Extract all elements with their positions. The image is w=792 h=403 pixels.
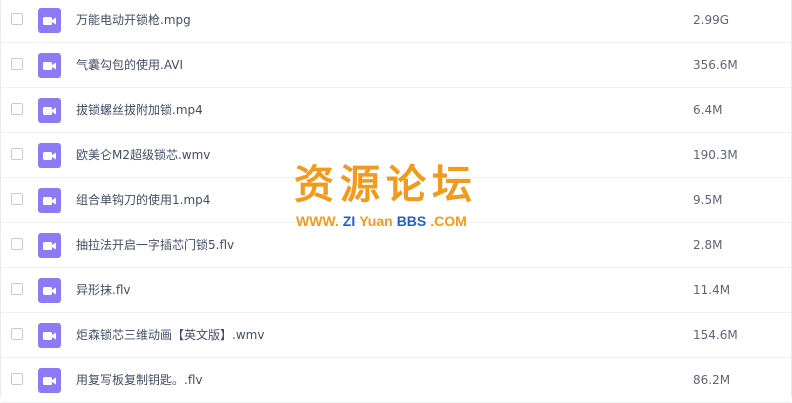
file-name[interactable]: 抽拉法开启一字插芯门锁5.flv — [76, 236, 234, 254]
row-checkbox[interactable] — [11, 13, 23, 25]
file-size: 86.2M — [693, 373, 731, 387]
file-name[interactable]: 炬森锁芯三维动画【英文版】.wmv — [76, 326, 264, 344]
file-size: 154.6M — [693, 328, 738, 342]
row-checkbox[interactable] — [11, 148, 23, 160]
video-file-icon — [38, 53, 61, 78]
file-size: 11.4M — [693, 283, 731, 297]
file-name[interactable]: 拔锁螺丝拔附加锁.mp4 — [76, 101, 203, 119]
file-size: 2.99G — [693, 13, 730, 27]
file-row[interactable]: 炬森锁芯三维动画【英文版】.wmv 154.6M — [1, 313, 791, 358]
file-name[interactable]: 用复写板复制钥匙。.flv — [76, 371, 202, 389]
file-size: 190.3M — [693, 148, 738, 162]
file-size: 6.4M — [693, 103, 723, 117]
file-row[interactable]: 万能电动开锁枪.mpg 2.99G — [1, 0, 791, 43]
file-name[interactable]: 欧美仑M2超级锁芯.wmv — [76, 146, 210, 164]
row-checkbox[interactable] — [11, 193, 23, 205]
row-checkbox[interactable] — [11, 373, 23, 385]
row-checkbox[interactable] — [11, 328, 23, 340]
row-checkbox[interactable] — [11, 103, 23, 115]
video-file-icon — [38, 323, 61, 348]
file-row[interactable]: 用复写板复制钥匙。.flv 86.2M — [1, 358, 791, 403]
file-size: 9.5M — [693, 193, 723, 207]
video-file-icon — [38, 278, 61, 303]
video-file-icon — [38, 8, 61, 33]
row-checkbox[interactable] — [11, 238, 23, 250]
file-row[interactable]: 抽拉法开启一字插芯门锁5.flv 2.8M — [1, 223, 791, 268]
file-list: 万能电动开锁枪.mpg 2.99G 气囊勾包的使用.AVI 356.6M 拔锁螺丝拔附加… — [0, 0, 792, 403]
file-row[interactable]: 异形抹.flv 11.4M — [1, 268, 791, 313]
file-size: 2.8M — [693, 238, 723, 252]
video-file-icon — [38, 233, 61, 258]
file-row[interactable]: 拔锁螺丝拔附加锁.mp4 6.4M — [1, 88, 791, 133]
row-checkbox[interactable] — [11, 283, 23, 295]
video-file-icon — [38, 98, 61, 123]
file-name[interactable]: 组合单钩刀的使用1.mp4 — [76, 191, 210, 209]
file-name[interactable]: 气囊勾包的使用.AVI — [76, 56, 183, 74]
file-name[interactable]: 异形抹.flv — [76, 281, 130, 299]
video-file-icon — [38, 188, 61, 213]
file-row[interactable]: 组合单钩刀的使用1.mp4 9.5M — [1, 178, 791, 223]
file-row[interactable]: 欧美仑M2超级锁芯.wmv 190.3M — [1, 133, 791, 178]
file-row[interactable]: 气囊勾包的使用.AVI 356.6M — [1, 43, 791, 88]
file-name[interactable]: 万能电动开锁枪.mpg — [76, 11, 191, 29]
file-size: 356.6M — [693, 58, 738, 72]
video-file-icon — [38, 368, 61, 393]
row-checkbox[interactable] — [11, 58, 23, 70]
video-file-icon — [38, 143, 61, 168]
